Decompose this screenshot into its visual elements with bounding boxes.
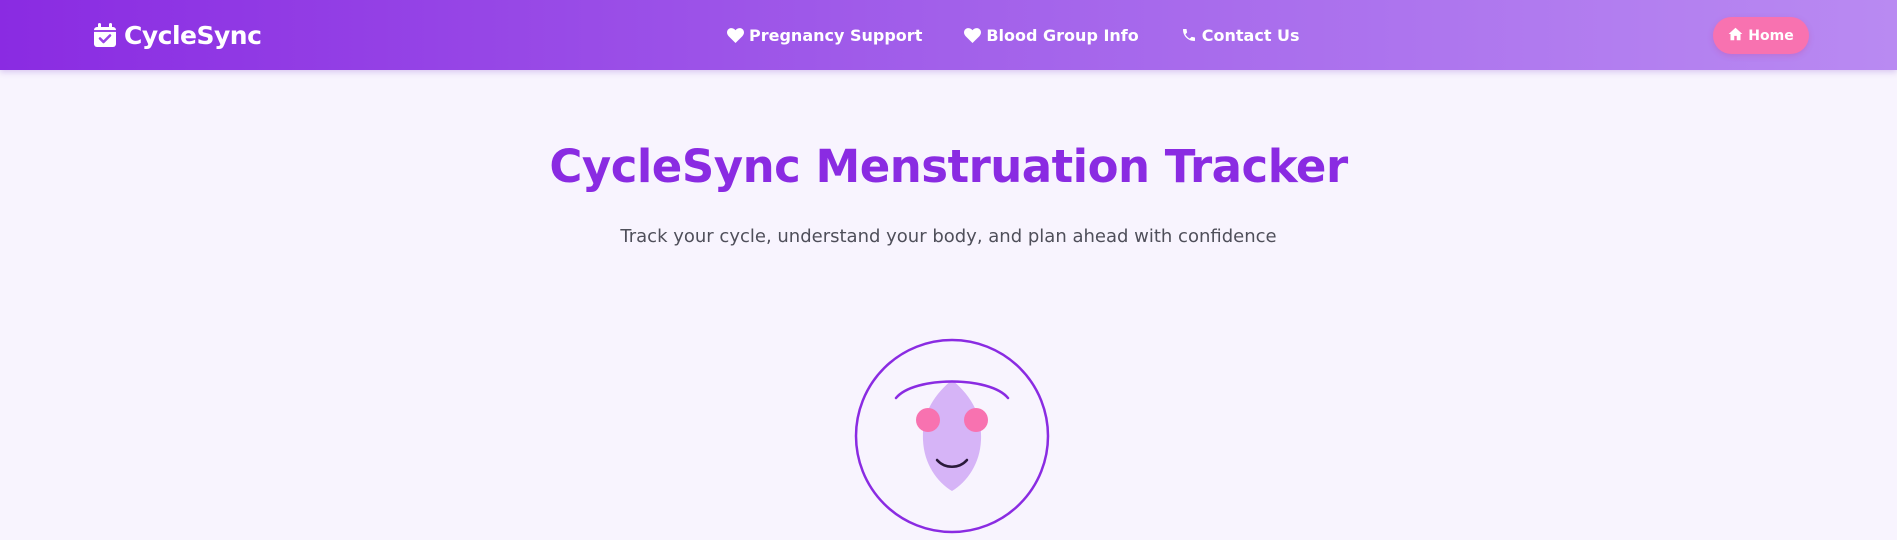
nav-link-blood-group-info[interactable]: Blood Group Info [964,25,1139,45]
home-button[interactable]: Home [1713,17,1809,54]
phone-icon [1181,27,1197,43]
heart-icon [964,27,982,43]
nav-link-label: Blood Group Info [986,25,1139,45]
home-button-label: Home [1748,27,1794,44]
heart-icon [727,27,744,43]
nav-link-pregnancy-support[interactable]: Pregnancy Support [727,26,922,45]
calendar-check-icon [94,23,116,47]
illustration-face-shape [922,380,982,491]
nav-links: Pregnancy Support Blood Group Info Conta… [727,0,1342,70]
nav-link-label: Pregnancy Support [749,25,923,45]
illustration-right-cheek [964,408,988,432]
home-icon [1728,27,1743,45]
nav-link-label: Contact Us [1201,25,1300,45]
face-illustration [852,336,1052,536]
brand-logo-link[interactable]: CycleSync [94,0,262,70]
navbar: CycleSync Pregnancy Support Blood Group … [0,0,1897,70]
nav-link-contact-us[interactable]: Contact Us [1181,26,1300,45]
page-subtitle: Track your cycle, understand your body, … [620,226,1277,247]
page-title: CycleSync Menstruation Tracker [549,140,1348,193]
brand-name: CycleSync [124,20,262,50]
illustration-left-cheek [916,408,940,432]
